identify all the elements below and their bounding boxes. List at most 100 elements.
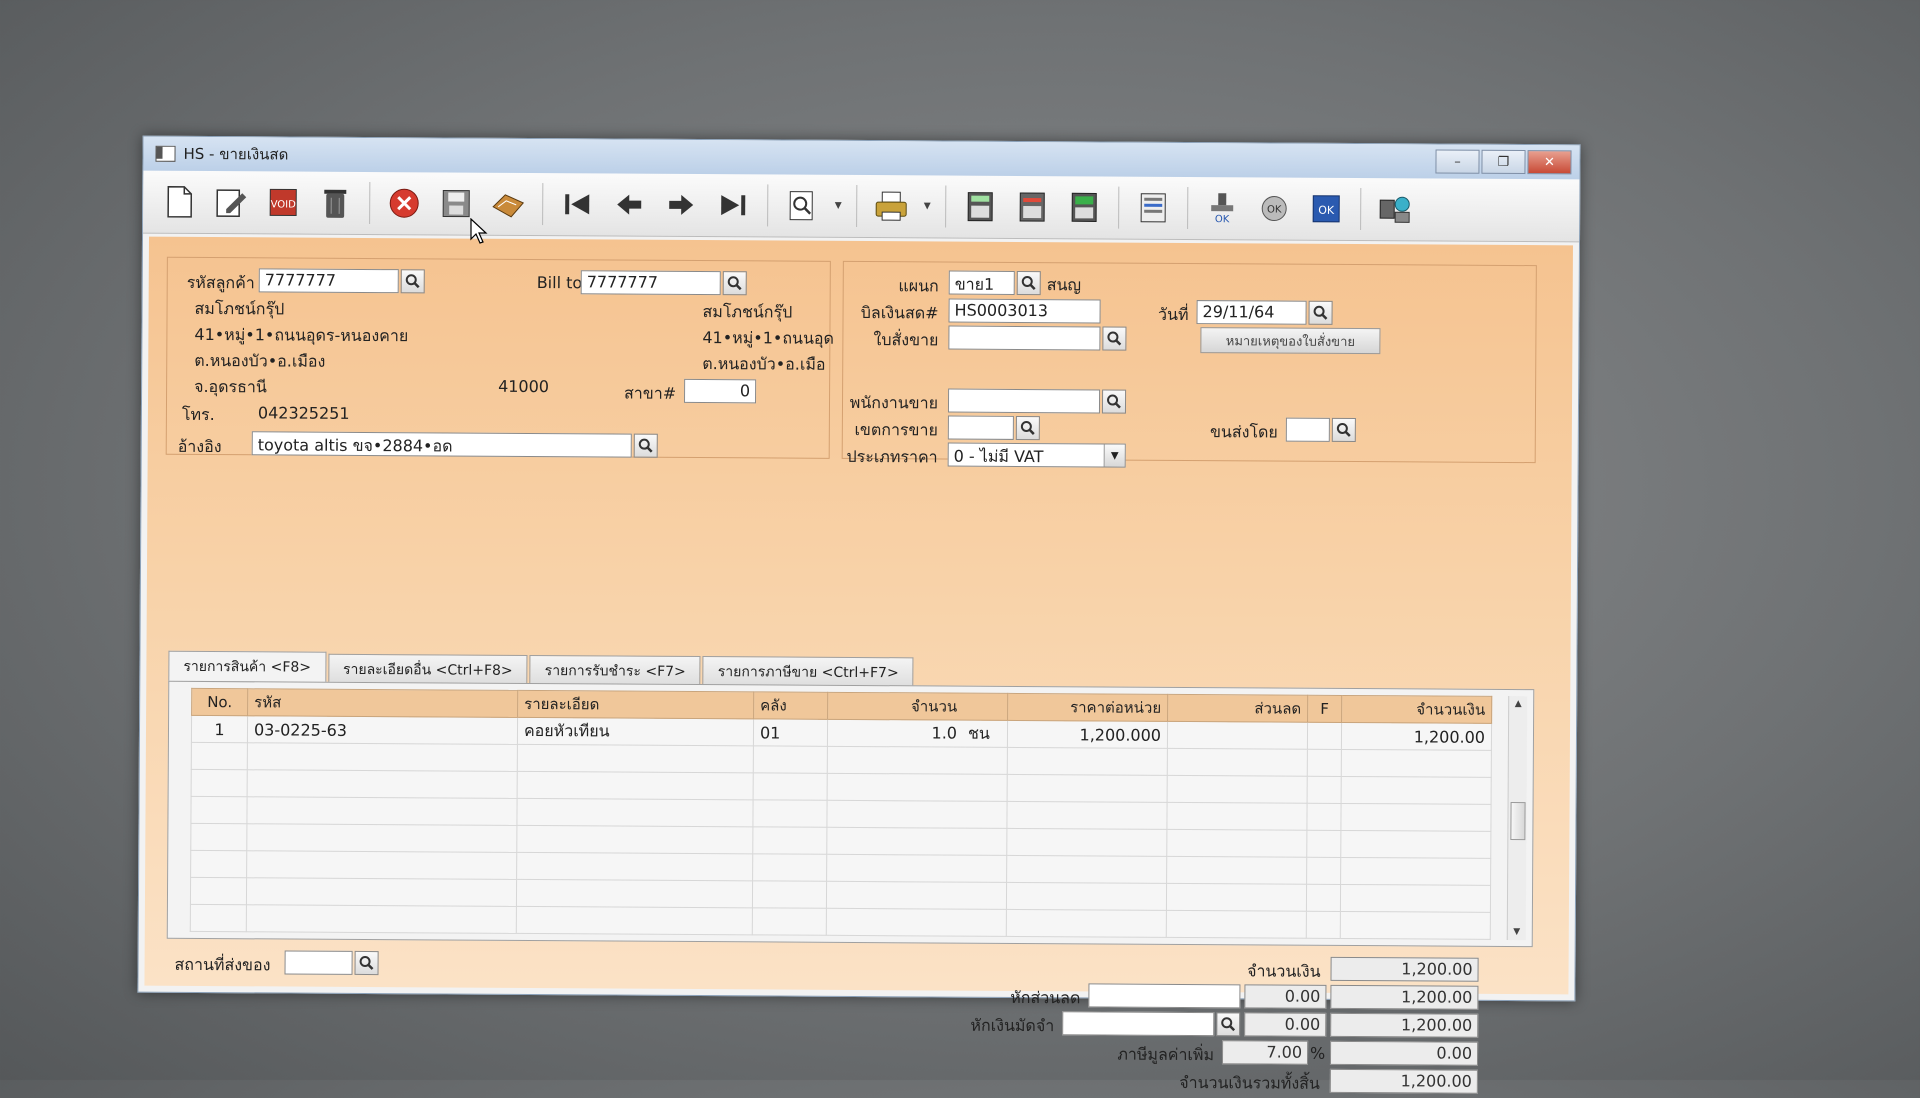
network-icon[interactable] — [1373, 187, 1417, 231]
date-field[interactable]: 29/11/64 — [1196, 300, 1306, 325]
sales-cash-window: HS - ขายเงินสด – ❐ ✕ VOID ▼ ▼ OK — [137, 136, 1580, 1002]
ship-by-field[interactable] — [1286, 418, 1330, 442]
col-header-amount[interactable]: จำนวนเงิน — [1342, 695, 1492, 723]
prev-record-icon[interactable] — [607, 182, 651, 226]
cell-description[interactable]: คอยหัวเทียน — [517, 717, 753, 745]
delete-bin-icon[interactable] — [313, 181, 357, 225]
ship-place-field[interactable] — [285, 950, 353, 974]
cell-discount[interactable] — [1167, 721, 1307, 749]
minimize-button[interactable]: – — [1435, 150, 1479, 174]
cancel-icon[interactable] — [382, 181, 426, 225]
billto-name: สมโภชน์กรุ๊ป — [702, 300, 792, 326]
tab-payments[interactable]: รายการรับชำระ <F7> — [530, 655, 701, 685]
price-type-value: 0 - ไม่มี VAT — [954, 447, 1044, 467]
vat-rate-field[interactable]: 7.00 — [1222, 1040, 1308, 1065]
chevron-down-icon[interactable]: ▼ — [1104, 444, 1125, 466]
customer-code-field[interactable]: 7777777 — [259, 268, 399, 293]
tab-items[interactable]: รายการสินค้า <F8> — [168, 651, 326, 685]
discount-total-field: 1,200.00 — [1330, 985, 1478, 1010]
phone-value: 042325251 — [258, 403, 350, 423]
department-field[interactable]: ขาย1 — [949, 271, 1015, 295]
sales-order-field[interactable] — [948, 326, 1100, 351]
calc-icon[interactable] — [958, 185, 1002, 229]
department-lookup-button[interactable] — [1017, 271, 1041, 295]
col-header-discount[interactable]: ส่วนลด — [1168, 694, 1308, 722]
sales-order-lookup-button[interactable] — [1102, 326, 1126, 350]
tab-sales-tax[interactable]: รายการภาษีขาย <Ctrl+F7> — [703, 656, 914, 686]
close-button[interactable]: ✕ — [1527, 150, 1571, 174]
approve-icon[interactable] — [486, 182, 530, 226]
search-icon — [1021, 275, 1037, 291]
tab-other-details[interactable]: รายละเอียดอื่น <Ctrl+F8> — [328, 654, 528, 684]
cell-quantity[interactable]: 1.0ชน — [827, 719, 1007, 747]
last-record-icon[interactable] — [711, 183, 755, 227]
sub-report-icon[interactable] — [1062, 185, 1106, 229]
search-icon — [727, 275, 743, 291]
col-header-no[interactable]: No. — [192, 688, 248, 715]
search-icon — [638, 438, 654, 454]
customer-address-1: 41•หมู่•1•ถนนอุดร-หนองคาย — [194, 323, 408, 349]
discount-text-field[interactable] — [1088, 983, 1240, 1008]
sales-area-field[interactable] — [948, 416, 1014, 440]
branch-field[interactable]: 0 — [684, 379, 756, 403]
cell-no[interactable]: 1 — [191, 715, 247, 742]
price-type-select[interactable]: 0 - ไม่มี VAT ▼ — [948, 443, 1126, 468]
search-dropdown[interactable]: ▼ — [832, 184, 844, 228]
ship-by-lookup-button[interactable] — [1332, 418, 1356, 442]
date-picker-button[interactable] — [1308, 301, 1332, 325]
sales-order-note-button[interactable]: หมายเหตุของใบสั่งขาย — [1200, 327, 1380, 354]
reference-field[interactable]: toyota altis ขจ•2884•อด — [252, 431, 632, 457]
svg-text:OK: OK — [1215, 214, 1230, 225]
col-header-flag[interactable]: F — [1308, 695, 1342, 722]
cell-warehouse[interactable]: 01 — [753, 719, 827, 746]
col-header-description[interactable]: รายละเอียด — [518, 690, 754, 718]
salesman-field[interactable] — [948, 389, 1100, 414]
bill-to-lookup-button[interactable] — [723, 271, 747, 295]
salesman-label: พนักงานขาย — [838, 391, 938, 417]
svg-text:VOID: VOID — [271, 199, 297, 210]
report-icon[interactable] — [1010, 185, 1054, 229]
ok-stamp-icon[interactable]: OK — [1200, 186, 1244, 230]
scroll-thumb[interactable] — [1510, 802, 1525, 840]
billto-address-2: ต.หนองบัว•อ.เมือ — [702, 352, 825, 378]
cash-bill-field[interactable]: HS0003013 — [949, 299, 1101, 324]
cell-amount[interactable]: 1,200.00 — [1341, 722, 1491, 750]
cell-code[interactable]: 03-0225-63 — [247, 716, 517, 745]
search-icon — [1313, 305, 1329, 321]
deposit-value-field: 0.00 — [1244, 1012, 1326, 1037]
col-header-quantity[interactable]: จำนวน — [828, 692, 1008, 720]
print-dropdown[interactable]: ▼ — [921, 184, 933, 228]
print-icon[interactable] — [869, 184, 913, 228]
new-doc-icon[interactable] — [157, 180, 201, 224]
search-doc-icon[interactable] — [780, 184, 824, 228]
toolbar: VOID ▼ ▼ OK OK OK — [143, 171, 1579, 243]
ship-place-lookup-button[interactable] — [355, 951, 379, 975]
grid-scrollbar[interactable]: ▲ ▼ — [1507, 696, 1527, 940]
cell-flag[interactable] — [1307, 722, 1341, 749]
next-record-icon[interactable] — [659, 183, 703, 227]
svg-text:OK: OK — [1267, 204, 1282, 215]
deposit-text-field[interactable] — [1062, 1011, 1214, 1036]
col-header-code[interactable]: รหัส — [248, 689, 518, 718]
approve-cancel-icon[interactable]: OK — [1252, 186, 1296, 230]
reference-lookup-button[interactable] — [634, 434, 658, 458]
edit-icon[interactable] — [209, 180, 253, 224]
receipt-icon[interactable] — [1131, 186, 1175, 230]
customer-name: สมโภชน์กรุ๊ป — [194, 297, 284, 323]
cash-bill-label: บิลเงินสด# — [848, 301, 938, 327]
sales-area-lookup-button[interactable] — [1016, 416, 1040, 440]
first-record-icon[interactable] — [555, 182, 599, 226]
deposit-lookup-button[interactable] — [1216, 1012, 1240, 1036]
customer-lookup-button[interactable] — [401, 269, 425, 293]
col-header-warehouse[interactable]: คลัง — [754, 692, 828, 719]
cell-unit-price[interactable]: 1,200.000 — [1007, 720, 1167, 748]
salesman-lookup-button[interactable] — [1102, 389, 1126, 413]
sales-area-label: เขตการขาย — [838, 418, 938, 444]
ok-doc-icon[interactable]: OK — [1304, 187, 1348, 231]
bill-to-field[interactable]: 7777777 — [581, 270, 721, 295]
void-icon[interactable]: VOID — [261, 180, 305, 224]
scroll-down-icon[interactable]: ▼ — [1508, 924, 1526, 940]
col-header-unit-price[interactable]: ราคาต่อหน่วย — [1008, 693, 1168, 721]
scroll-up-icon[interactable]: ▲ — [1509, 696, 1527, 712]
restore-button[interactable]: ❐ — [1481, 150, 1525, 174]
